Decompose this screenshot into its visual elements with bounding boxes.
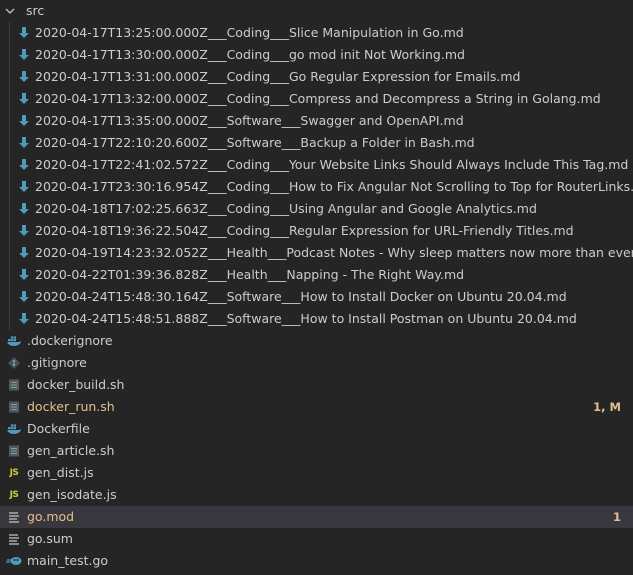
- file-name: 2020-04-24T15:48:51.888Z___Software___Ho…: [35, 311, 577, 326]
- markdown-download-icon: [16, 311, 32, 327]
- markdown-download-icon: [16, 135, 32, 151]
- file-name: 2020-04-17T23:30:16.954Z___Coding___How …: [35, 179, 633, 194]
- root-file-item[interactable]: JS gen_dist.js: [0, 462, 633, 484]
- markdown-download-icon: [16, 289, 32, 305]
- file-name: 2020-04-17T22:10:20.600Z___Software___Ba…: [35, 135, 475, 150]
- file-item[interactable]: 2020-04-18T19:36:22.504Z___Coding___Regu…: [0, 220, 633, 242]
- markdown-download-icon: [16, 91, 32, 107]
- file-item[interactable]: 2020-04-18T17:02:25.663Z___Coding___Usin…: [0, 198, 633, 220]
- root-file-item[interactable]: Dockerfile: [0, 418, 633, 440]
- root-file-item[interactable]: go.sum: [0, 528, 633, 550]
- file-name: 2020-04-17T13:32:00.000Z___Coding___Comp…: [35, 91, 601, 106]
- shell-script-icon: [6, 377, 22, 393]
- file-name: 2020-04-17T13:31:00.000Z___Coding___Go R…: [35, 69, 521, 84]
- file-name: gen_article.sh: [27, 443, 115, 458]
- shell-script-icon: [6, 399, 22, 415]
- file-name: 2020-04-17T13:30:00.000Z___Coding___go m…: [35, 47, 465, 62]
- markdown-download-icon: [16, 113, 32, 129]
- file-name: 2020-04-22T01:39:36.828Z___Health___Napp…: [35, 267, 465, 282]
- file-name: Dockerfile: [27, 421, 90, 436]
- file-item[interactable]: 2020-04-24T15:48:30.164Z___Software___Ho…: [0, 286, 633, 308]
- git-icon: [6, 355, 22, 371]
- file-name: go.mod: [27, 509, 75, 524]
- file-name: 2020-04-18T17:02:25.663Z___Coding___Usin…: [35, 201, 537, 216]
- markdown-download-icon: [16, 69, 32, 85]
- file-name: 2020-04-24T15:48:30.164Z___Software___Ho…: [35, 289, 567, 304]
- shell-script-icon: [6, 443, 22, 459]
- file-name: gen_dist.js: [27, 465, 94, 480]
- file-name: gen_isodate.js: [27, 487, 117, 502]
- root-file-item[interactable]: .gitignore: [0, 352, 633, 374]
- file-item[interactable]: 2020-04-17T13:31:00.000Z___Coding___Go R…: [0, 66, 633, 88]
- docker-icon: [6, 421, 22, 437]
- file-name: .gitignore: [27, 355, 87, 370]
- file-item[interactable]: 2020-04-24T15:48:51.888Z___Software___Ho…: [0, 308, 633, 330]
- text-lines-icon: [6, 509, 22, 525]
- markdown-download-icon: [16, 201, 32, 217]
- file-name: 2020-04-17T13:25:00.000Z___Coding___Slic…: [35, 25, 464, 40]
- file-name: go.sum: [27, 531, 73, 546]
- javascript-icon: JS: [9, 490, 19, 500]
- text-lines-icon: [6, 531, 22, 547]
- file-item[interactable]: 2020-04-17T22:10:20.600Z___Software___Ba…: [0, 132, 633, 154]
- file-name: .dockerignore: [27, 333, 113, 348]
- file-item[interactable]: 2020-04-17T13:25:00.000Z___Coding___Slic…: [0, 22, 633, 44]
- file-name: 2020-04-17T13:35:00.000Z___Software___Sw…: [35, 113, 464, 128]
- folder-name: src: [26, 3, 45, 18]
- file-item[interactable]: 2020-04-17T22:41:02.572Z___Coding___Your…: [0, 154, 633, 176]
- markdown-download-icon: [16, 245, 32, 261]
- go-gopher-icon: [6, 553, 22, 569]
- file-item[interactable]: 2020-04-17T13:30:00.000Z___Coding___go m…: [0, 44, 633, 66]
- markdown-download-icon: [16, 157, 32, 173]
- root-file-item[interactable]: JS gen_isodate.js: [0, 484, 633, 506]
- root-file-item[interactable]: .dockerignore: [0, 330, 633, 352]
- chevron-down-icon[interactable]: [2, 3, 18, 19]
- markdown-download-icon: [16, 47, 32, 63]
- root-file-item[interactable]: main_test.go: [0, 550, 633, 572]
- file-name: 2020-04-19T14:23:32.052Z___Health___Podc…: [35, 245, 633, 260]
- javascript-icon: JS: [9, 468, 19, 478]
- file-explorer: src 2020-04-17T13:25:00.000Z___Coding___…: [0, 0, 633, 575]
- git-status-badge: 1, M: [593, 400, 621, 414]
- folder-src[interactable]: src: [0, 0, 633, 22]
- git-status-badge: 1: [612, 510, 621, 524]
- markdown-download-icon: [16, 179, 32, 195]
- file-item[interactable]: 2020-04-17T23:30:16.954Z___Coding___How …: [0, 176, 633, 198]
- file-item[interactable]: 2020-04-17T13:32:00.000Z___Coding___Comp…: [0, 88, 633, 110]
- file-name: main_test.go: [27, 553, 109, 568]
- root-file-item[interactable]: gen_article.sh: [0, 440, 633, 462]
- file-name: docker_run.sh: [27, 399, 115, 414]
- docker-icon: [6, 333, 22, 349]
- markdown-download-icon: [16, 267, 32, 283]
- file-item[interactable]: 2020-04-22T01:39:36.828Z___Health___Napp…: [0, 264, 633, 286]
- file-name: 2020-04-18T19:36:22.504Z___Coding___Regu…: [35, 223, 574, 238]
- root-file-item[interactable]: go.mod 1: [0, 506, 633, 528]
- root-file-item[interactable]: docker_build.sh: [0, 374, 633, 396]
- root-file-item[interactable]: docker_run.sh 1, M: [0, 396, 633, 418]
- file-name: 2020-04-17T22:41:02.572Z___Coding___Your…: [35, 157, 629, 172]
- file-item[interactable]: 2020-04-19T14:23:32.052Z___Health___Podc…: [0, 242, 633, 264]
- markdown-download-icon: [16, 223, 32, 239]
- markdown-download-icon: [16, 25, 32, 41]
- file-item[interactable]: 2020-04-17T13:35:00.000Z___Software___Sw…: [0, 110, 633, 132]
- file-name: docker_build.sh: [27, 377, 125, 392]
